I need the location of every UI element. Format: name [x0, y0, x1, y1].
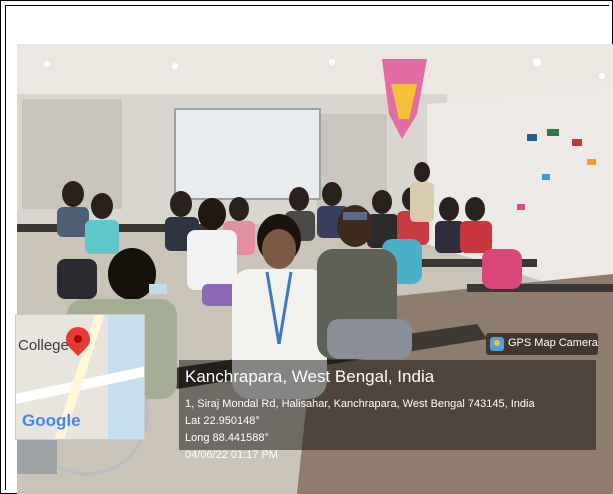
- wall-decoration: [587, 159, 596, 165]
- address-text: 1, Siraj Mondal Rd, Halisahar, Kanchrapa…: [185, 398, 535, 410]
- camera-app-icon: [490, 337, 504, 351]
- ceiling-light: [533, 58, 541, 66]
- ceiling-light: [44, 61, 50, 67]
- wall-decoration: [572, 139, 582, 146]
- wall-decoration: [542, 174, 550, 180]
- wall-decoration: [547, 129, 559, 136]
- wall-decoration: [517, 204, 525, 210]
- datetime-text: 04/06/22 01:17 PM: [185, 449, 278, 461]
- map-pin-dot: [74, 335, 82, 343]
- backpack: [57, 259, 97, 299]
- google-logo: Google: [22, 411, 81, 430]
- map-place-label: College: [18, 337, 69, 354]
- latitude-text: Lat 22.950148°: [185, 415, 260, 427]
- map-thumbnail: College Google: [15, 314, 145, 440]
- gps-stamp: College Google GPS Map Camera Kanchrapar…: [15, 314, 598, 461]
- app-name: GPS Map Camera: [508, 337, 598, 349]
- gps-map-camera-badge: GPS Map Camera: [486, 333, 598, 355]
- ceiling-light: [329, 59, 335, 65]
- ceiling-light: [599, 73, 605, 79]
- whiteboard: [174, 108, 321, 200]
- wall-decoration: [527, 134, 537, 141]
- place-title: Kanchrapara, West Bengal, India: [185, 367, 435, 386]
- ceiling-light: [172, 63, 178, 69]
- longitude-text: Long 88.441588°: [185, 432, 269, 444]
- backpack: [482, 249, 522, 289]
